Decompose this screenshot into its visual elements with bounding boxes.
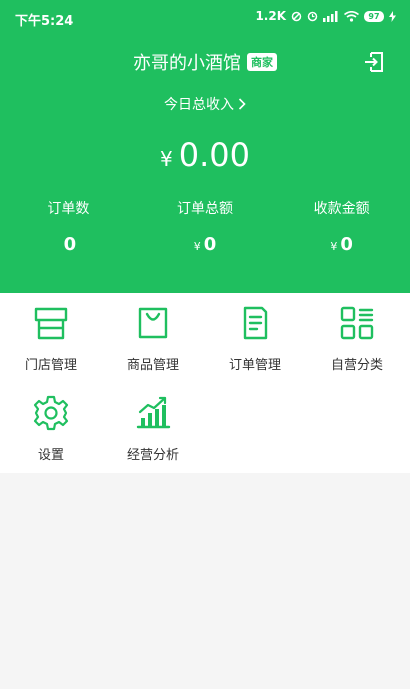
menu-label: 经营分析 xyxy=(126,448,179,463)
status-icons: 1.2K 97 xyxy=(255,9,396,23)
logout-icon xyxy=(365,52,383,72)
total-amount: 0.00 xyxy=(178,136,250,174)
category-grid-icon xyxy=(340,306,374,340)
stat-value: ¥ 0 xyxy=(137,234,274,255)
menu-label: 订单管理 xyxy=(228,358,281,373)
battery-icon: 97 xyxy=(364,10,384,22)
menu-item-self-category[interactable]: 自营分类 xyxy=(306,303,408,373)
stat-value: ¥ 0 xyxy=(273,234,410,255)
gear-icon xyxy=(33,395,69,431)
today-income-label: 今日总收入 xyxy=(164,97,234,113)
stat-currency: ¥ xyxy=(330,240,338,253)
signal-icon xyxy=(323,10,339,22)
data-saver-icon xyxy=(291,11,302,22)
menu-label: 商品管理 xyxy=(126,358,179,373)
store-icon xyxy=(34,307,68,340)
menu-item-product-management[interactable]: 商品管理 xyxy=(102,303,204,373)
bar-chart-icon xyxy=(136,396,171,429)
alarm-icon xyxy=(307,11,318,22)
logout-button[interactable] xyxy=(362,50,386,74)
stat-label: 订单总额 xyxy=(177,201,233,217)
total-currency: ¥ xyxy=(160,147,173,171)
stat-received-amount[interactable]: 收款金额 ¥ 0 xyxy=(273,198,410,255)
stat-order-total[interactable]: 订单总额 ¥ 0 xyxy=(137,198,274,255)
stat-label: 收款金额 xyxy=(313,201,370,217)
menu-label: 门店管理 xyxy=(24,358,77,373)
shop-name: 亦哥的小酒馆 xyxy=(133,53,241,74)
stat-order-count[interactable]: 订单数 0 xyxy=(0,198,137,255)
status-time: 下午5:24 xyxy=(15,14,74,29)
menu-item-store-management[interactable]: 门店管理 xyxy=(0,303,102,373)
status-bar: 下午5:24 1.2K 97 xyxy=(0,0,410,34)
total-income: ¥ 0.00 xyxy=(0,136,410,174)
function-menu: 门店管理 商品管理 订单管理 自营分类 设置 经营分析 xyxy=(0,293,410,473)
shopping-bag-icon xyxy=(138,307,168,339)
merchant-badge: 商家 xyxy=(247,53,277,71)
stat-label: 订单数 xyxy=(47,201,90,217)
wifi-icon xyxy=(344,10,359,22)
menu-item-order-management[interactable]: 订单管理 xyxy=(204,303,306,373)
chevron-right-icon xyxy=(238,98,246,110)
stat-currency: ¥ xyxy=(193,240,201,253)
stat-number: 0 xyxy=(203,234,217,255)
title-row: 亦哥的小酒馆 商家 xyxy=(0,48,410,76)
charging-icon xyxy=(389,10,396,22)
order-document-icon xyxy=(243,306,268,340)
stats-row: 订单数 0 订单总额 ¥ 0 收款金额 ¥ 0 xyxy=(0,198,410,255)
menu-label: 设置 xyxy=(37,448,64,463)
menu-item-settings[interactable]: 设置 xyxy=(0,393,102,463)
net-speed: 1.2K xyxy=(255,9,286,23)
stat-value: 0 xyxy=(0,234,137,255)
header-panel: 下午5:24 1.2K 97 亦哥的小酒馆 商家 今日总收入 ¥ 0.00 订单… xyxy=(0,0,410,293)
menu-label: 自营分类 xyxy=(330,358,383,373)
menu-item-business-analysis[interactable]: 经营分析 xyxy=(102,393,204,463)
stat-number: 0 xyxy=(63,234,77,255)
stat-number: 0 xyxy=(340,234,353,255)
today-income-link[interactable]: 今日总收入 xyxy=(0,94,410,114)
